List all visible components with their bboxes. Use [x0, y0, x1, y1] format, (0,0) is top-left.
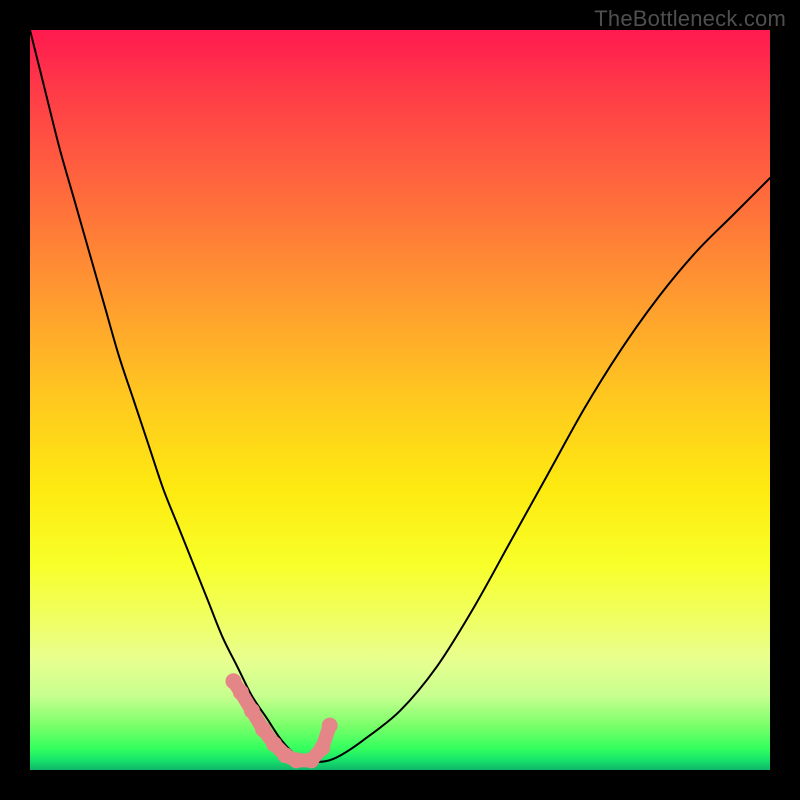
plot-area: [30, 30, 770, 770]
threshold-markers: [226, 673, 338, 768]
chart-frame: TheBottleneck.com: [0, 0, 800, 800]
curve-layer: [30, 30, 770, 770]
bottleneck-curve: [30, 30, 770, 762]
threshold-dot: [322, 718, 338, 734]
watermark-text: TheBottleneck.com: [594, 6, 786, 32]
